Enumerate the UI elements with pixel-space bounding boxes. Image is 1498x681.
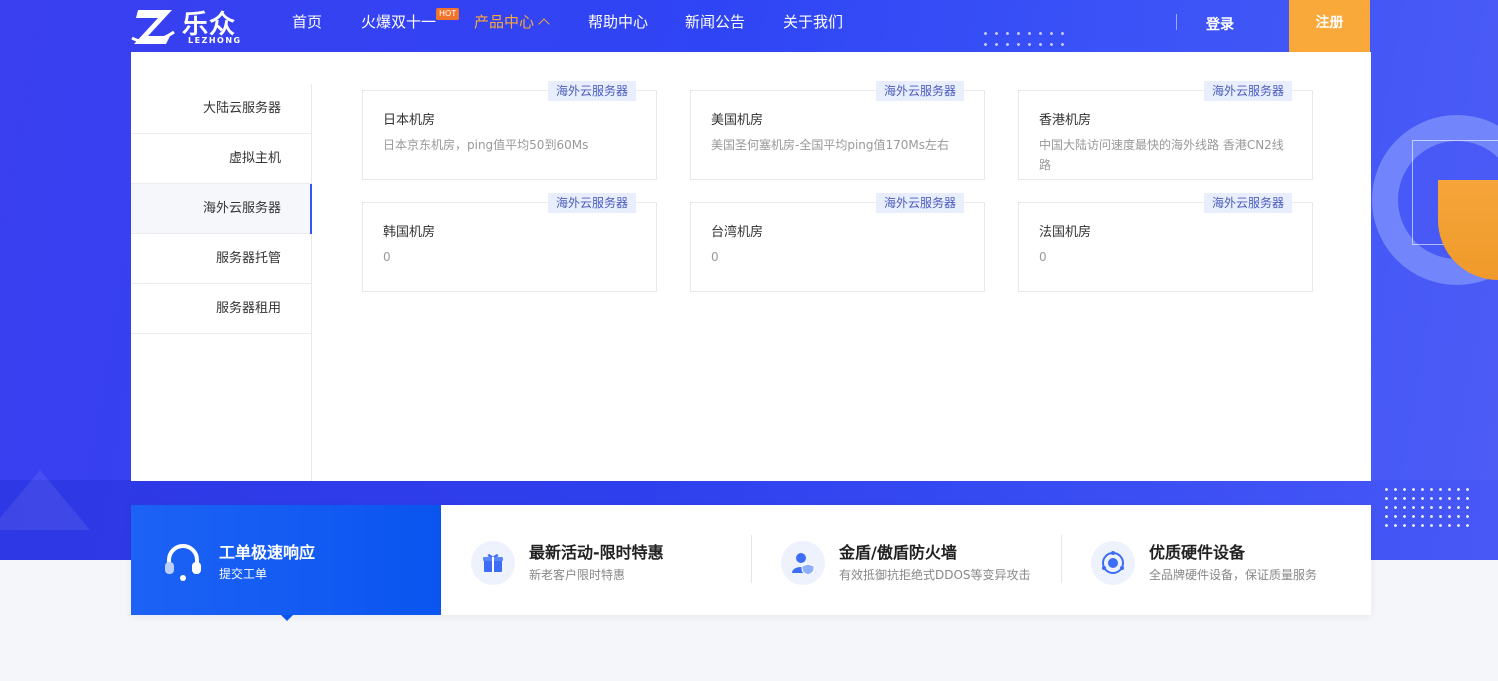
site-header: 乐众 LEZHONG 首页 火爆双十一 HOT 产品中心 帮助中心 新闻公告 关…: [0, 0, 1498, 52]
product-title: 台湾机房: [711, 225, 764, 240]
product-desc: 日本京东机房，ping值平均50到60Ms: [383, 138, 589, 152]
feature-subtitle: 提交工单: [219, 567, 268, 581]
site-logo[interactable]: 乐众 LEZHONG: [130, 4, 242, 48]
logo-text-en: LEZHONG: [188, 36, 242, 45]
header-divider: [1176, 14, 1177, 30]
product-tag: 海外云服务器: [875, 81, 964, 101]
product-tag: 海外云服务器: [547, 193, 636, 213]
product-tag: 海外云服务器: [1203, 81, 1292, 101]
product-desc: 0: [1039, 250, 1047, 264]
feature-title: 工单极速响应: [219, 543, 316, 562]
sidebar-item-server-rental[interactable]: 服务器租用: [131, 284, 311, 334]
feature-title: 最新活动-限时特惠: [529, 543, 664, 562]
product-title: 法国机房: [1039, 225, 1092, 240]
hot-badge: HOT: [436, 8, 460, 20]
sidebar-item-overseas-cloud[interactable]: 海外云服务器: [131, 184, 312, 234]
product-card-korea[interactable]: 海外云服务器 韩国机房 0: [362, 193, 657, 292]
feature-hardware[interactable]: 优质硬件设备 全品牌硬件设备，保证质量服务: [1061, 505, 1371, 615]
chevron-up-icon: [538, 18, 550, 30]
nav-news[interactable]: 新闻公告: [685, 12, 745, 32]
active-pointer: [281, 615, 293, 621]
hero-deco-triangle: [0, 470, 90, 530]
product-title: 韩国机房: [383, 225, 436, 240]
user-shield-icon: [781, 541, 825, 585]
product-card-usa[interactable]: 海外云服务器 美国机房 美国圣何塞机房-全国平均ping值170Ms左右: [690, 81, 985, 180]
sidebar-item-virtual-host[interactable]: 虚拟主机: [131, 134, 311, 184]
product-title: 日本机房: [383, 113, 436, 128]
products-dropdown-panel: 大陆云服务器 虚拟主机 海外云服务器 服务器托管 服务器租用 海外云服务器 日本…: [131, 52, 1371, 481]
headset-icon: [165, 544, 201, 581]
feature-subtitle: 新老客户限时特惠: [529, 568, 626, 582]
feature-firewall[interactable]: 金盾/傲盾防火墙 有效抵御抗拒绝式DDOS等变异攻击: [751, 505, 1061, 615]
feature-title: 优质硬件设备: [1149, 543, 1246, 562]
sidebar-item-colocation[interactable]: 服务器托管: [131, 234, 311, 284]
sidebar-item-mainland-cloud[interactable]: 大陆云服务器: [131, 84, 311, 134]
feature-promotion[interactable]: 最新活动-限时特惠 新老客户限时特惠: [441, 505, 751, 615]
nav-about[interactable]: 关于我们: [783, 12, 843, 32]
product-desc: 0: [383, 250, 391, 264]
login-link[interactable]: 登录: [1206, 14, 1234, 34]
feature-subtitle: 全品牌硬件设备，保证质量服务: [1149, 568, 1318, 582]
nav-help[interactable]: 帮助中心: [588, 12, 648, 32]
feature-strip: 工单极速响应 提交工单 最新活动-限时特惠 新老客户限时特惠 金盾/傲盾防火墙 …: [131, 505, 1371, 621]
nav-home[interactable]: 首页: [292, 12, 322, 32]
feature-separator: [1061, 535, 1062, 583]
product-title: 美国机房: [711, 113, 764, 128]
product-desc: 中国大陆访问速度最快的海外线路 香港CN2线路: [1039, 138, 1284, 172]
hardware-icon: [1091, 541, 1135, 585]
nav-products[interactable]: 产品中心: [474, 12, 550, 32]
product-tag: 海外云服务器: [547, 81, 636, 101]
hero-deco-dots: [1382, 485, 1472, 527]
product-title: 香港机房: [1039, 113, 1092, 128]
feature-subtitle: 有效抵御抗拒绝式DDOS等变异攻击: [839, 568, 1031, 582]
product-card-japan[interactable]: 海外云服务器 日本机房 日本京东机房，ping值平均50到60Ms: [362, 81, 657, 180]
product-desc: 美国圣何塞机房-全国平均ping值170Ms左右: [711, 138, 950, 152]
feature-title: 金盾/傲盾防火墙: [839, 543, 957, 562]
logo-z-icon: [131, 10, 175, 44]
feature-separator: [751, 535, 752, 583]
product-card-hongkong[interactable]: 海外云服务器 香港机房 中国大陆访问速度最快的海外线路 香港CN2线路: [1018, 81, 1313, 180]
product-tag: 海外云服务器: [875, 193, 964, 213]
gift-icon: [471, 541, 515, 585]
nav-double-eleven[interactable]: 火爆双十一: [361, 12, 436, 32]
product-tag: 海外云服务器: [1203, 193, 1292, 213]
product-card-taiwan[interactable]: 海外云服务器 台湾机房 0: [690, 193, 985, 292]
nav-products-label: 产品中心: [474, 13, 535, 31]
feature-ticket[interactable]: 工单极速响应 提交工单: [131, 505, 441, 621]
product-category-sidebar: 大陆云服务器 虚拟主机 海外云服务器 服务器托管 服务器租用: [131, 84, 312, 481]
product-card-france[interactable]: 海外云服务器 法国机房 0: [1018, 193, 1313, 292]
product-desc: 0: [711, 250, 719, 264]
register-button[interactable]: 注册: [1289, 0, 1370, 52]
